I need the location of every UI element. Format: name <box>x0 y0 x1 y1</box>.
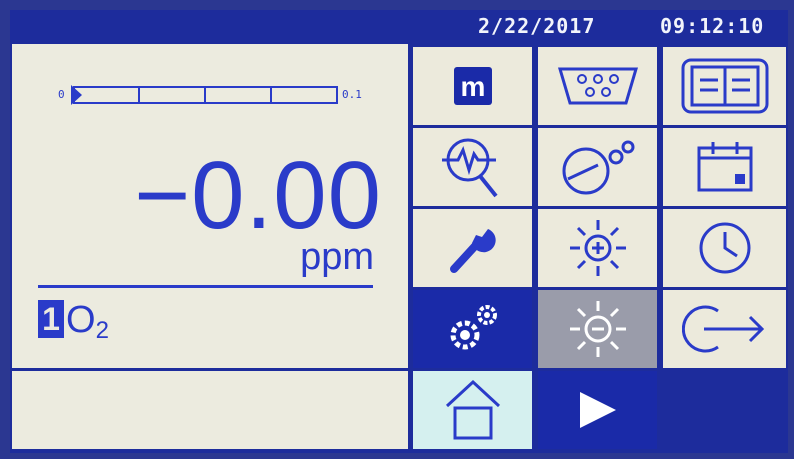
home-icon <box>445 379 500 440</box>
divider <box>12 368 408 371</box>
home-button[interactable] <box>413 371 532 449</box>
diagnostics-button[interactable] <box>413 128 532 206</box>
calendar-icon <box>697 142 752 192</box>
settings-button[interactable] <box>413 290 532 368</box>
diagnostic-magnifier-icon <box>441 138 498 198</box>
brightness-up-button[interactable] <box>538 209 657 287</box>
wrench-icon <box>449 227 496 273</box>
run-button[interactable] <box>538 371 657 449</box>
bar-segment <box>204 88 206 102</box>
service-button[interactable] <box>413 209 532 287</box>
calendar-button[interactable] <box>663 128 786 206</box>
measurement-unit: ppm <box>300 236 374 278</box>
m-icon: m <box>453 67 492 105</box>
mode-button[interactable]: m <box>413 47 532 125</box>
serial-port-button[interactable] <box>538 47 657 125</box>
brightness-down-button[interactable] <box>538 290 657 368</box>
channel-number: 1 <box>38 300 64 338</box>
gas-label: O2 <box>66 300 109 351</box>
date-display: 2/22/2017 <box>478 14 596 38</box>
gauge-gear-icon <box>562 140 634 195</box>
measurement-value: −0.00 <box>134 142 382 249</box>
bar-segment <box>270 88 272 102</box>
calibration-settings-button[interactable] <box>538 128 657 206</box>
svg-text:m: m <box>460 71 485 102</box>
divider <box>38 285 373 288</box>
bar-scale-max: 0.1 <box>342 88 362 101</box>
empty-slot <box>663 371 786 449</box>
sun-minus-icon <box>569 301 626 357</box>
play-icon <box>579 392 616 428</box>
exit-arrow-icon <box>681 305 764 353</box>
gas-symbol: O <box>66 299 96 341</box>
reading-bar-graph <box>73 86 338 104</box>
gas-subscript: 2 <box>95 317 109 344</box>
menu-grid: m <box>412 44 788 449</box>
bar-scale-min: 0 <box>58 88 65 101</box>
sun-plus-icon <box>569 220 626 276</box>
exit-button[interactable] <box>663 290 786 368</box>
clock-button[interactable] <box>663 209 786 287</box>
book-icon <box>681 58 768 114</box>
manual-button[interactable] <box>663 47 786 125</box>
bar-segment <box>138 88 140 102</box>
clock-icon <box>699 222 750 274</box>
bar-level-marker <box>71 85 82 105</box>
serial-port-icon <box>557 67 638 105</box>
gears-icon <box>450 305 497 350</box>
time-display: 09:12:10 <box>660 14 765 38</box>
